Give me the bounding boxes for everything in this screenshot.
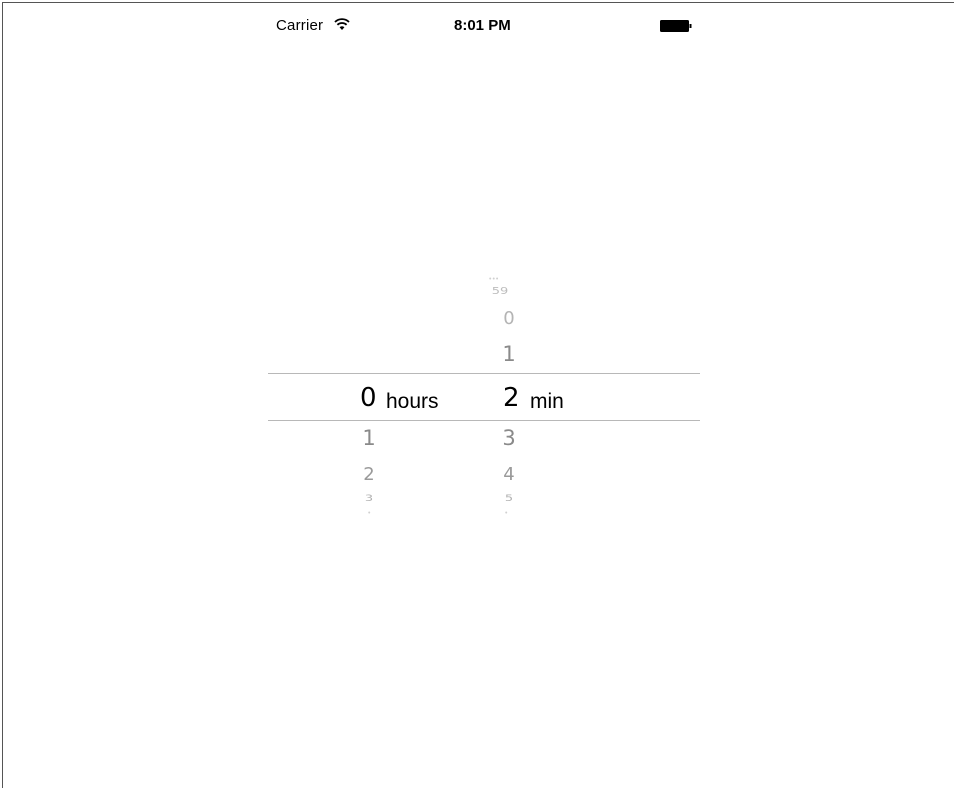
wheel-fade-dots: ••• <box>489 276 500 283</box>
minute-wheel-item[interactable]: 5 <box>496 493 522 504</box>
selection-indicator-bottom <box>268 420 700 421</box>
hour-wheel-item[interactable]: 1 <box>354 426 384 450</box>
wheel-fade-dots: • <box>368 510 372 517</box>
minutes-unit-label: min <box>530 390 564 413</box>
hours-unit-label: hours <box>386 390 439 413</box>
countdown-timer-picker[interactable]: ••• 59 0 1 0 hours 2 min 1 2 3 • 3 4 5 • <box>268 270 700 526</box>
status-time: 8:01 PM <box>454 17 511 34</box>
battery-icon <box>660 20 692 32</box>
minute-wheel-item[interactable]: 1 <box>494 342 524 366</box>
minute-wheel-item[interactable]: 3 <box>494 426 524 450</box>
minute-wheel-item[interactable]: 59 <box>480 286 520 297</box>
wheel-fade-dots: • <box>505 510 509 517</box>
wifi-icon <box>334 18 350 30</box>
status-bar: Carrier 8:01 PM <box>0 0 957 40</box>
hour-wheel-item[interactable]: 2 <box>354 464 384 485</box>
minutes-selected-value[interactable]: 2 <box>503 383 520 413</box>
hour-wheel-item[interactable]: 3 <box>356 493 382 504</box>
hours-selected-value[interactable]: 0 <box>360 383 377 413</box>
selection-indicator-top <box>268 373 700 374</box>
carrier-label: Carrier <box>276 17 324 34</box>
minute-wheel-item[interactable]: 0 <box>494 308 524 329</box>
minute-wheel-item[interactable]: 4 <box>494 464 524 485</box>
